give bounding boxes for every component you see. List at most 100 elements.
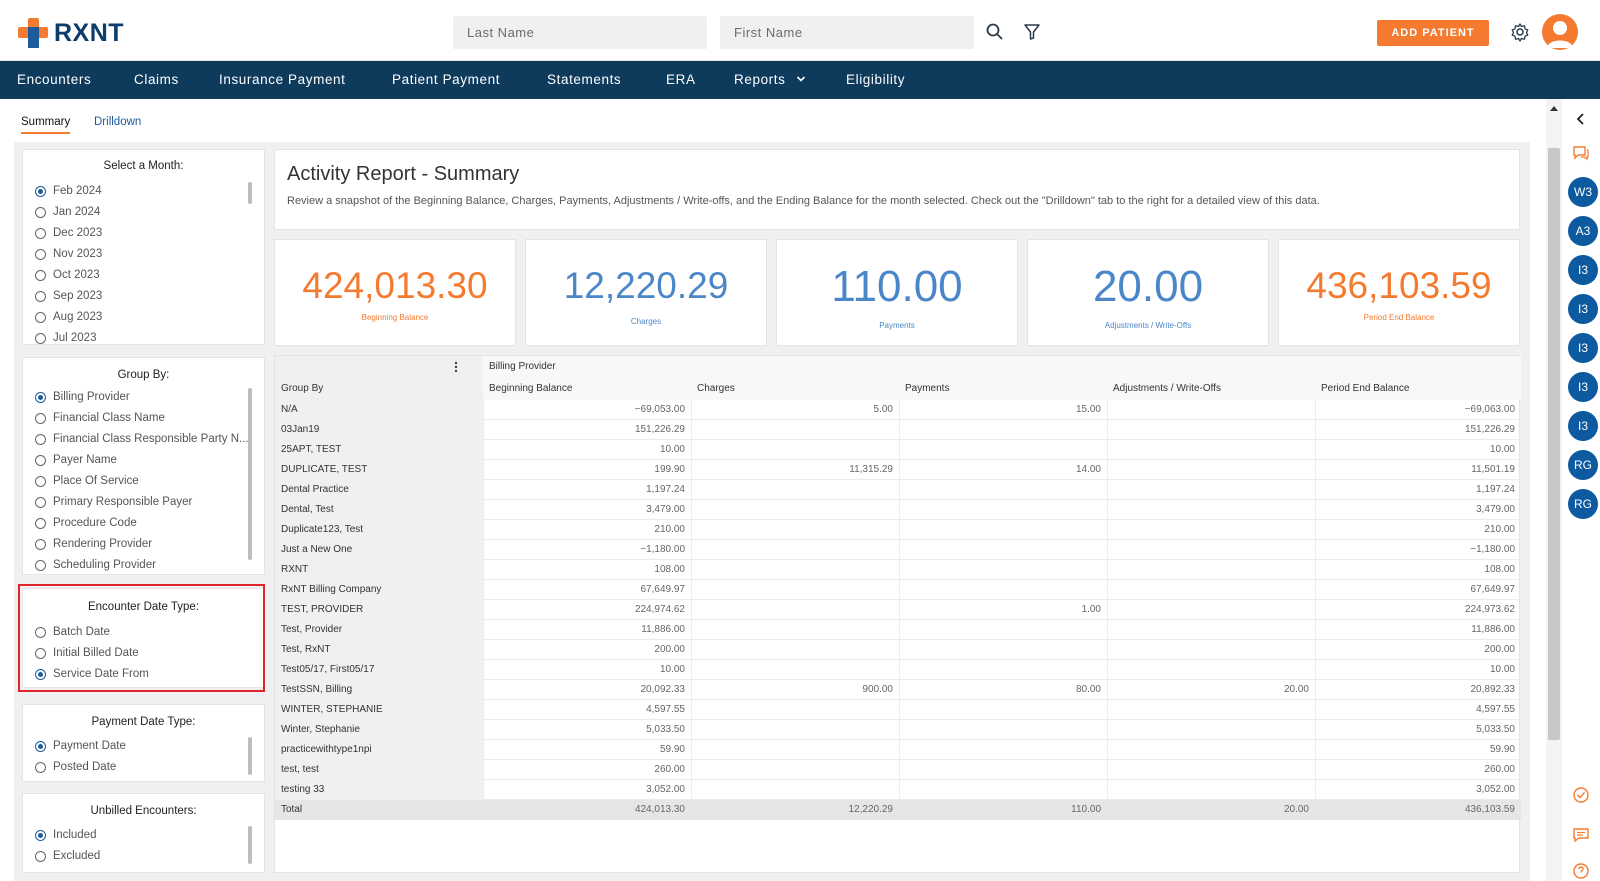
payment-date-type-scrollbar[interactable] [248,737,252,775]
rxnt-logo[interactable]: RXNT [18,18,124,48]
table-header-cell[interactable]: Beginning Balance [483,378,691,400]
last-name-input[interactable] [453,16,707,49]
add-patient-button[interactable]: ADD PATIENT [1377,20,1489,46]
table-row[interactable]: test, test 260.00 260.00 [275,760,1521,780]
group-by-option-label: Primary Responsible Payer [53,496,193,508]
month-option[interactable]: Nov 2023 [35,248,102,260]
rail-user-badge[interactable]: RG [1568,450,1598,480]
table-header-cell[interactable]: Charges [691,378,899,400]
scroll-up-icon[interactable] [1549,104,1559,112]
group-by-option[interactable]: Scheduling Provider [35,559,156,571]
table-row[interactable]: Test, Provider 11,886.00 11,886.00 [275,620,1521,640]
group-by-option[interactable]: Payer Name [35,454,117,466]
table-row[interactable]: TestSSN, Billing 20,092.33 900.00 80.00 20.0… [275,680,1521,700]
table-row[interactable]: WINTER, STEPHANIE 4,597.55 4,597.55 [275,700,1521,720]
month-option[interactable]: Sep 2023 [35,290,102,302]
table-row[interactable]: 25APT, TEST 10.00 10.00 [275,440,1521,460]
table-row[interactable]: TEST, PROVIDER 224,974.62 1.00 224,973.62 [275,600,1521,620]
month-option[interactable]: Jan 2024 [35,206,100,218]
group-by-option[interactable]: Rendering Provider [35,538,152,550]
gear-icon[interactable] [1510,22,1530,42]
unbilled-encounters-option[interactable]: Excluded [35,850,100,862]
month-scrollbar[interactable] [248,182,252,204]
payment-date-type-option[interactable]: Payment Date [35,740,126,752]
month-option[interactable]: Aug 2023 [35,311,102,323]
value-cell [899,500,1107,520]
filter-icon[interactable] [1022,22,1042,42]
table-row[interactable]: Duplicate123, Test 210.00 210.00 [275,520,1521,540]
group-by-option[interactable]: Primary Responsible Payer [35,496,192,508]
table-header-cell[interactable]: Adjustments / Write-Offs [1107,378,1315,400]
table-group-header-row: Billing Provider [275,356,1521,378]
table-row[interactable]: Winter, Stephanie 5,033.50 5,033.50 [275,720,1521,740]
nav-statements[interactable]: Statements [547,72,621,87]
month-option[interactable]: Feb 2024 [35,185,102,197]
nav-claims[interactable]: Claims [134,72,179,87]
table-total-row[interactable]: Total 424,013.30 12,220.29 110.00 20.00 436,1… [275,800,1521,820]
unbilled-encounters-option[interactable]: Included [35,829,96,841]
table-row[interactable]: Dental, Test 3,479.00 3,479.00 [275,500,1521,520]
rail-user-badge[interactable]: I3 [1568,255,1598,285]
page-scrollbar-thumb[interactable] [1548,148,1560,740]
table-header-cell[interactable]: Period End Balance [1315,378,1521,400]
month-option[interactable]: Dec 2023 [35,227,102,239]
table-row[interactable]: Just a New One −1,180.00 −1,180.00 [275,540,1521,560]
group-by-option[interactable]: Place Of Service [35,475,139,487]
user-avatar[interactable] [1542,14,1578,50]
table-row[interactable]: Test05/17, First05/17 10.00 10.00 [275,660,1521,680]
table-row[interactable]: testing 33 3,052.00 3,052.00 [275,780,1521,800]
message-icon[interactable] [1572,826,1590,844]
nav-era[interactable]: ERA [666,72,696,87]
table-header-cell[interactable]: Payments [899,378,1107,400]
tab-summary[interactable]: Summary [21,116,71,134]
nav-encounters[interactable]: Encounters [17,72,91,87]
month-option[interactable]: Jul 2023 [35,332,96,344]
column-divider [1107,398,1108,800]
table-row[interactable]: N/A −69,053.00 5.00 15.00 −69,063.00 [275,400,1521,420]
rail-user-badge[interactable]: I3 [1568,411,1598,441]
rail-user-badge[interactable]: I3 [1568,294,1598,324]
group-by-option[interactable]: Financial Class Name [35,412,165,424]
help-icon[interactable] [1572,862,1590,880]
nav-patient-payment[interactable]: Patient Payment [392,72,500,87]
first-name-input[interactable] [720,16,974,49]
group-by-option[interactable]: Procedure Code [35,517,137,529]
group-by-option[interactable]: Billing Provider [35,391,130,403]
table-header-cell[interactable]: Group By [275,378,483,400]
tab-drilldown[interactable]: Drilldown [94,116,141,128]
table-row[interactable]: DUPLICATE, TEST 199.90 11,315.29 14.00 11,50… [275,460,1521,480]
value-cell: 11,501.19 [1471,464,1515,475]
group-by-option[interactable]: Financial Class Responsible Party N... [35,433,249,445]
month-option-label: Nov 2023 [53,248,103,260]
table-row[interactable]: Test, RxNT 200.00 200.00 [275,640,1521,660]
value-cell: 210.00 [654,524,685,535]
group-by-option-label: Procedure Code [53,517,137,529]
nav-reports[interactable]: Reports [734,72,806,87]
rail-user-badge[interactable]: A3 [1568,216,1598,246]
value-cell [691,480,899,500]
task-check-icon[interactable] [1572,786,1590,804]
rail-user-badge[interactable]: I3 [1568,372,1598,402]
search-icon[interactable] [985,22,1005,42]
rail-user-badge[interactable]: RG [1568,489,1598,519]
unbilled-encounters-scrollbar[interactable] [248,826,252,864]
table-row[interactable]: Dental Practice 1,197.24 1,197.24 [275,480,1521,500]
payment-date-type-option[interactable]: Posted Date [35,761,116,773]
nav-eligibility[interactable]: Eligibility [846,72,905,87]
table-row[interactable]: practicewithtype1npi 59.90 59.90 [275,740,1521,760]
value-cell [899,720,1107,740]
table-row[interactable]: 03Jan19 151,226.29 151,226.29 [275,420,1521,440]
chevron-left-icon[interactable] [1572,110,1590,128]
nav-insurance-payment[interactable]: Insurance Payment [219,72,346,87]
value-cell [691,640,899,660]
value-cell: 11,886.00 [1471,624,1515,635]
rail-user-badge[interactable]: I3 [1568,333,1598,363]
value-cell [1107,780,1315,800]
month-option[interactable]: Oct 2023 [35,269,100,281]
group-by-scrollbar[interactable] [248,388,252,560]
more-vert-icon[interactable] [453,361,459,373]
table-row[interactable]: RxNT Billing Company 67,649.97 67,649.97 [275,580,1521,600]
chat-bubbles-icon[interactable] [1572,144,1590,162]
table-row[interactable]: RXNT 108.00 108.00 [275,560,1521,580]
rail-user-badge[interactable]: W3 [1568,177,1598,207]
